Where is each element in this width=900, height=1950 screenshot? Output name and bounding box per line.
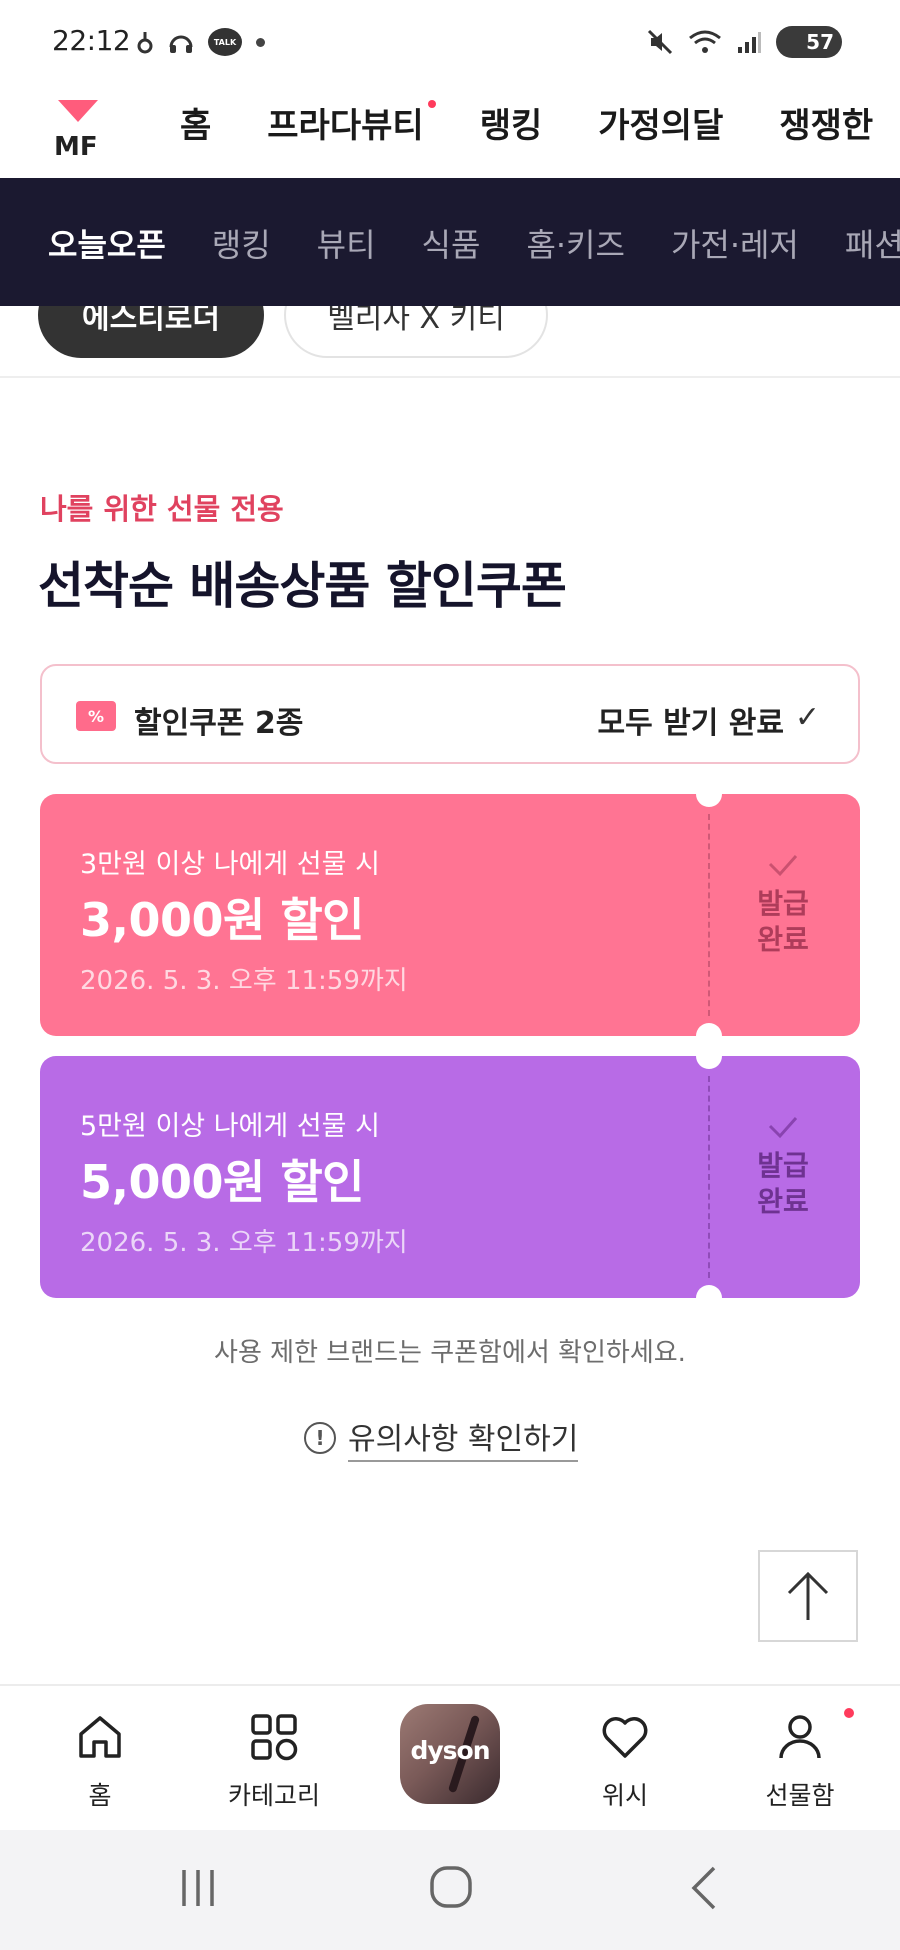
coupon-expiry: 2026. 5. 3. 오후 11:59까지	[80, 966, 408, 996]
issued-label-line2: 완료	[757, 923, 809, 956]
notice-link[interactable]: ! 유의사항 확인하기	[304, 1414, 579, 1462]
tab-category[interactable]: 카테고리	[204, 1686, 344, 1832]
category-tab-appliance-leisure[interactable]: 가전·레저	[671, 220, 799, 266]
coupon-notch	[696, 1285, 722, 1298]
issued-check-icon	[768, 1117, 798, 1139]
top-nav-tabs: 홈 프라다뷰티 랭킹 가정의달 쟁쟁한	[180, 98, 900, 147]
promo-brand-text: dyson	[410, 1736, 490, 1765]
arrow-up-icon	[787, 1571, 829, 1620]
scroll-to-top-button[interactable]	[758, 1550, 858, 1642]
system-nav-bar	[0, 1830, 900, 1950]
brand-chips-row: 에스티로더 벨리사 X 키티	[0, 306, 900, 378]
top-nav-tab-competitive[interactable]: 쟁쟁한	[779, 98, 873, 147]
signal-icon	[738, 32, 761, 53]
coupon-summary-bar[interactable]: % 할인쿠폰 2종 모두 받기 완료 ✓	[40, 664, 860, 764]
coupon-card-3000[interactable]: 3만원 이상 나에게 선물 시 3,000원 할인 2026. 5. 3. 오후…	[40, 794, 860, 1036]
back-icon[interactable]	[688, 1864, 720, 1912]
grid-icon	[251, 1714, 298, 1761]
coupon-divider	[708, 1076, 710, 1278]
coupon-expiry: 2026. 5. 3. 오후 11:59까지	[80, 1228, 408, 1258]
category-tab-fashion[interactable]: 패션	[845, 220, 900, 266]
coupon-notch	[696, 1023, 722, 1036]
coupon-condition: 3만원 이상 나에게 선물 시	[80, 849, 380, 880]
issued-label-line1: 발급	[757, 887, 809, 920]
tab-label: 위시	[601, 1781, 648, 1810]
category-tab-food[interactable]: 식품	[422, 220, 481, 266]
coupon-notch	[696, 794, 722, 807]
top-nav-tab-ranking[interactable]: 랭킹	[480, 98, 543, 147]
top-nav-tab-family-month[interactable]: 가정의달	[598, 98, 723, 147]
recent-apps-icon[interactable]	[178, 1866, 218, 1910]
coupon-ticket-icon: %	[76, 701, 116, 731]
tab-wish[interactable]: 위시	[555, 1686, 695, 1832]
top-nav-tab-label: 가정의달	[598, 106, 724, 146]
kakaotalk-icon: TALK	[208, 28, 242, 56]
top-nav-tab-label: 홈	[180, 106, 212, 146]
check-icon: ✓	[794, 700, 820, 735]
logo-text: MF	[54, 136, 98, 158]
person-icon	[779, 1715, 821, 1759]
coupon-condition: 5만원 이상 나에게 선물 시	[80, 1111, 380, 1142]
coupon-count-label: 할인쿠폰 2종	[134, 706, 304, 741]
tab-home[interactable]: 홈	[30, 1686, 170, 1832]
logo-heart-icon	[58, 100, 98, 122]
bottom-tab-bar: 홈 카테고리 dyson 위시 선물함	[0, 1684, 900, 1830]
status-notification-icons: TALK	[136, 28, 265, 56]
download-all-status: 모두 받기 완료	[597, 706, 785, 741]
top-nav-tab-label: 쟁쟁한	[779, 106, 874, 146]
section-eyebrow: 나를 위한 선물 전용	[40, 492, 284, 526]
coupon-issued-status: 발급 완료	[728, 1112, 838, 1220]
tab-label: 홈	[88, 1781, 112, 1810]
notice-link-label: 유의사항 확인하기	[348, 1414, 579, 1462]
app-logo[interactable]: MF	[54, 100, 100, 158]
section-title: 선착순 배송상품 할인쿠폰	[38, 557, 567, 615]
tab-label: 선물함	[765, 1781, 835, 1810]
info-icon: !	[304, 1422, 336, 1454]
category-tab-home-kids[interactable]: 홈·키즈	[526, 220, 625, 266]
category-tab-ranking[interactable]: 랭킹	[212, 220, 271, 266]
coupon-divider	[708, 814, 710, 1016]
new-badge-dot	[427, 100, 436, 108]
brand-chip-estee-lauder[interactable]: 에스티로더	[38, 306, 264, 358]
issued-check-icon	[768, 855, 798, 877]
category-tabs: 오늘오픈 랭킹 뷰티 식품 홈·키즈 가전·레저 패션	[48, 220, 900, 266]
tab-gift-box[interactable]: 선물함	[730, 1686, 870, 1832]
top-nav-tab-label: 랭킹	[479, 106, 543, 146]
more-notifications-dot	[256, 37, 265, 47]
coupon-amount: 5,000원 할인	[80, 1155, 364, 1209]
status-system-icons: 57	[646, 26, 842, 58]
headset-icon	[169, 35, 193, 53]
home-button-icon[interactable]	[428, 1864, 474, 1910]
category-tab-today-open[interactable]: 오늘오픈	[48, 220, 166, 266]
issued-label-line2: 완료	[757, 1185, 809, 1218]
top-nav-tab-label: 프라다뷰티	[267, 106, 424, 146]
wifi-icon	[689, 30, 721, 53]
heart-icon	[602, 1717, 648, 1758]
coupon-amount: 3,000원 할인	[80, 893, 364, 947]
tab-label: 카테고리	[227, 1781, 320, 1810]
app-notification-icon	[137, 32, 153, 54]
category-tab-beauty[interactable]: 뷰티	[317, 220, 376, 266]
top-nav-tab-prada-beauty[interactable]: 프라다뷰티	[267, 98, 436, 147]
brand-chip-belisa-kitty[interactable]: 벨리사 X 키티	[284, 306, 548, 358]
coupon-card-5000[interactable]: 5만원 이상 나에게 선물 시 5,000원 할인 2026. 5. 3. 오후…	[40, 1056, 860, 1298]
top-nav: MF 홈 프라다뷰티 랭킹 가정의달 쟁쟁한	[0, 82, 900, 178]
top-nav-tab-home[interactable]: 홈	[180, 98, 211, 147]
mute-icon	[647, 29, 673, 55]
home-icon	[79, 1716, 121, 1758]
coupon-issued-status: 발급 완료	[728, 850, 838, 958]
category-bar: 오늘오픈 랭킹 뷰티 식품 홈·키즈 가전·레저 패션	[0, 178, 900, 306]
promo-banner-button[interactable]: dyson	[400, 1704, 500, 1804]
coupon-notch	[696, 1056, 722, 1069]
battery-indicator: 57	[776, 26, 842, 58]
issued-label-line1: 발급	[757, 1149, 809, 1182]
new-badge-dot	[844, 1708, 854, 1718]
status-time: 22:12	[52, 24, 131, 57]
status-bar: 22:12 TALK 57	[0, 0, 900, 82]
restricted-brands-note: 사용 제한 브랜드는 쿠폰함에서 확인하세요.	[214, 1338, 686, 1368]
